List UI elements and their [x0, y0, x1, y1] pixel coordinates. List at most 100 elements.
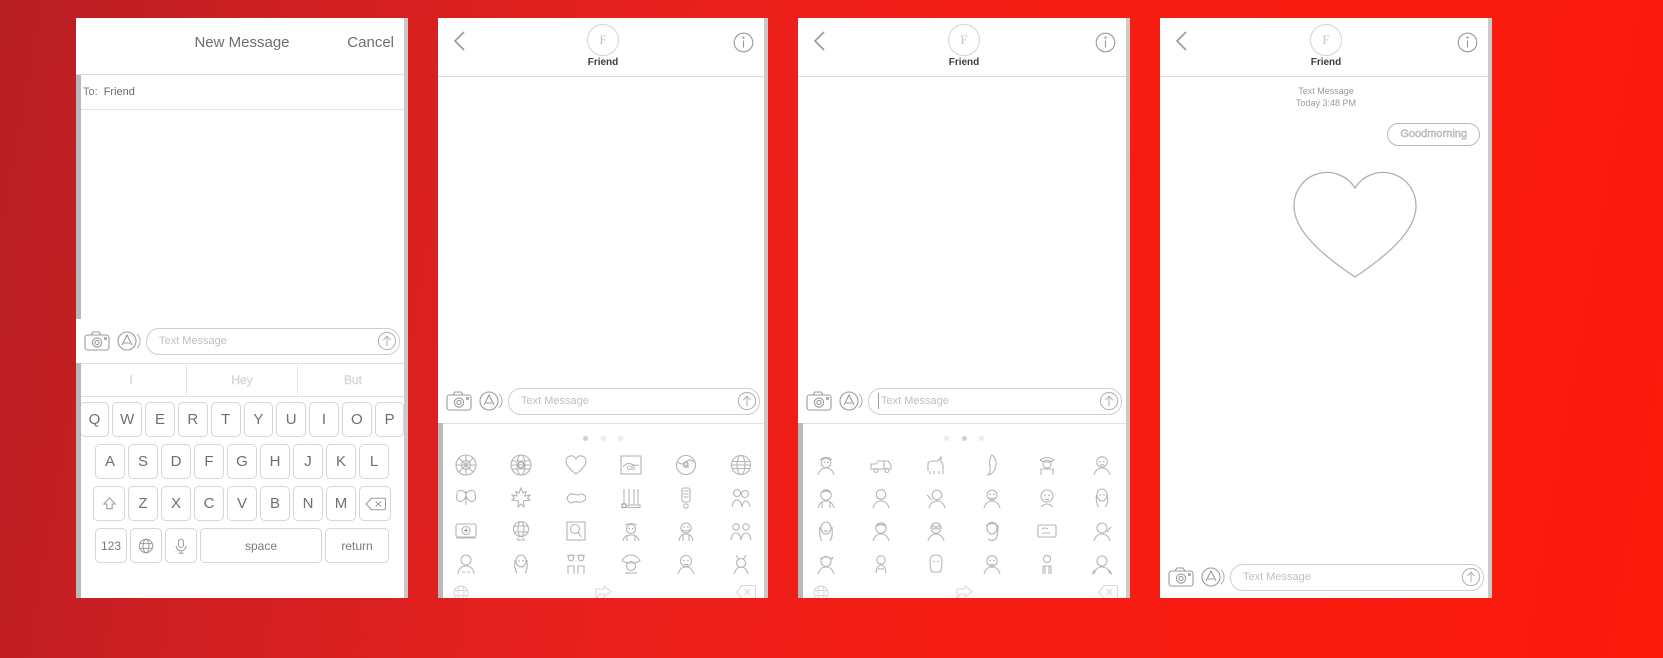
key-j[interactable]: J: [293, 444, 323, 479]
info-circle-icon[interactable]: [1457, 32, 1478, 53]
emoji-cell[interactable]: [1075, 547, 1130, 580]
sticker-cell[interactable]: [438, 514, 493, 547]
sticker-cell[interactable]: [603, 514, 658, 547]
emoji-cell[interactable]: [798, 514, 853, 547]
message-input-field[interactable]: Text Message: [146, 327, 400, 355]
sticker-cell[interactable]: [658, 448, 713, 481]
sticker-cell[interactable]: kids: [493, 514, 548, 547]
globe-icon[interactable]: [812, 584, 830, 598]
key-e[interactable]: E: [145, 402, 175, 437]
cancel-button[interactable]: Cancel: [347, 34, 394, 51]
camera-icon[interactable]: [84, 330, 110, 352]
emoji-cell[interactable]: [798, 448, 853, 481]
space-key[interactable]: space: [200, 528, 322, 563]
key-z[interactable]: Z: [128, 486, 158, 521]
key-s[interactable]: S: [128, 444, 158, 479]
sticker-cell[interactable]: [493, 547, 548, 580]
page-dot-3[interactable]: [617, 436, 623, 441]
sticker-cell[interactable]: [713, 481, 768, 514]
predictive-word-0[interactable]: I: [76, 364, 186, 396]
send-arrow-icon[interactable]: [1099, 391, 1119, 411]
delete-x-icon[interactable]: [736, 584, 756, 598]
emoji-donkey[interactable]: [909, 448, 964, 481]
emoji-cell[interactable]: [1019, 448, 1074, 481]
sticker-cell[interactable]: [603, 481, 658, 514]
emoji-cell[interactable]: [1019, 481, 1074, 514]
key-w[interactable]: W: [112, 402, 143, 437]
emoji-cell[interactable]: [964, 481, 1019, 514]
emoji-cell[interactable]: [1075, 514, 1130, 547]
key-l[interactable]: L: [359, 444, 389, 479]
emoji-cell[interactable]: [964, 514, 1019, 547]
key-f[interactable]: F: [194, 444, 224, 479]
predictive-word-1[interactable]: Hey: [186, 364, 297, 396]
sticker-cell[interactable]: [438, 547, 493, 580]
recipient-row[interactable]: To: Friend: [76, 75, 408, 110]
page-dot-2[interactable]: [600, 436, 606, 441]
message-input-field[interactable]: Text Message: [868, 387, 1122, 415]
sticker-cell[interactable]: [548, 547, 603, 580]
emoji-cell[interactable]: [909, 514, 964, 547]
globe-icon[interactable]: [452, 584, 470, 598]
key-x[interactable]: X: [161, 486, 191, 521]
sticker-cell[interactable]: [658, 481, 713, 514]
sticker-cell[interactable]: [713, 448, 768, 481]
info-circle-icon[interactable]: [1095, 32, 1116, 53]
key-i[interactable]: I: [309, 402, 339, 437]
emoji-cell[interactable]: [853, 514, 908, 547]
globe-icon[interactable]: [130, 528, 162, 563]
send-arrow-icon[interactable]: [737, 391, 757, 411]
emoji-cell[interactable]: [798, 481, 853, 514]
page-dot-1[interactable]: [944, 436, 950, 441]
emoji-cell[interactable]: [1075, 448, 1130, 481]
emoji-cell[interactable]: [798, 547, 853, 580]
key-c[interactable]: C: [194, 486, 224, 521]
page-dot-1[interactable]: [583, 436, 589, 441]
message-bubble[interactable]: Goodmorning: [1387, 123, 1480, 146]
info-circle-icon[interactable]: [733, 32, 754, 53]
share-arrow-icon[interactable]: [955, 584, 973, 598]
heart-outline-large-sticker[interactable]: [1290, 163, 1420, 279]
sticker-cell[interactable]: [603, 547, 658, 580]
camera-icon[interactable]: [446, 390, 472, 412]
contact-identity[interactable]: F Friend: [438, 24, 768, 68]
key-p[interactable]: P: [374, 402, 405, 437]
emoji-cell[interactable]: [1019, 547, 1074, 580]
emoji-cell[interactable]: [1075, 481, 1130, 514]
shift-up-arrow-icon[interactable]: [93, 486, 125, 521]
key-q[interactable]: Q: [79, 402, 110, 437]
camera-icon[interactable]: [806, 390, 832, 412]
key-g[interactable]: G: [227, 444, 257, 479]
return-key[interactable]: return: [325, 528, 389, 563]
key-y[interactable]: Y: [243, 402, 274, 437]
delete-x-icon[interactable]: [1098, 584, 1118, 598]
emoji-cell[interactable]: [964, 448, 1019, 481]
sticker-cell[interactable]: [548, 514, 603, 547]
backspace-icon[interactable]: [359, 486, 391, 521]
sticker-cell[interactable]: [713, 547, 768, 580]
key-k[interactable]: K: [326, 444, 356, 479]
sticker-heart[interactable]: [548, 448, 603, 481]
key-b[interactable]: B: [260, 486, 290, 521]
key-n[interactable]: N: [293, 486, 323, 521]
page-dot-2[interactable]: [961, 436, 967, 441]
app-store-icon[interactable]: [477, 390, 503, 412]
sticker-cell[interactable]: [658, 547, 713, 580]
key-h[interactable]: H: [260, 444, 290, 479]
app-store-icon[interactable]: [837, 390, 863, 412]
app-store-icon[interactable]: [1199, 566, 1225, 588]
predictive-word-2[interactable]: But: [297, 364, 408, 396]
app-store-icon[interactable]: [115, 330, 141, 352]
share-arrow-icon[interactable]: [594, 584, 612, 598]
sticker-canada-map[interactable]: [548, 481, 603, 514]
sticker-cell[interactable]: [493, 448, 548, 481]
emoji-cell[interactable]: [909, 547, 964, 580]
key-o[interactable]: O: [341, 402, 372, 437]
sticker-butterfly[interactable]: [438, 481, 493, 514]
key-r[interactable]: R: [177, 402, 208, 437]
contact-identity[interactable]: F Friend: [1160, 24, 1492, 68]
sticker-cell[interactable]: [438, 448, 493, 481]
key-a[interactable]: A: [95, 444, 125, 479]
emoji-truck[interactable]: [853, 448, 908, 481]
send-arrow-icon[interactable]: [377, 331, 397, 351]
